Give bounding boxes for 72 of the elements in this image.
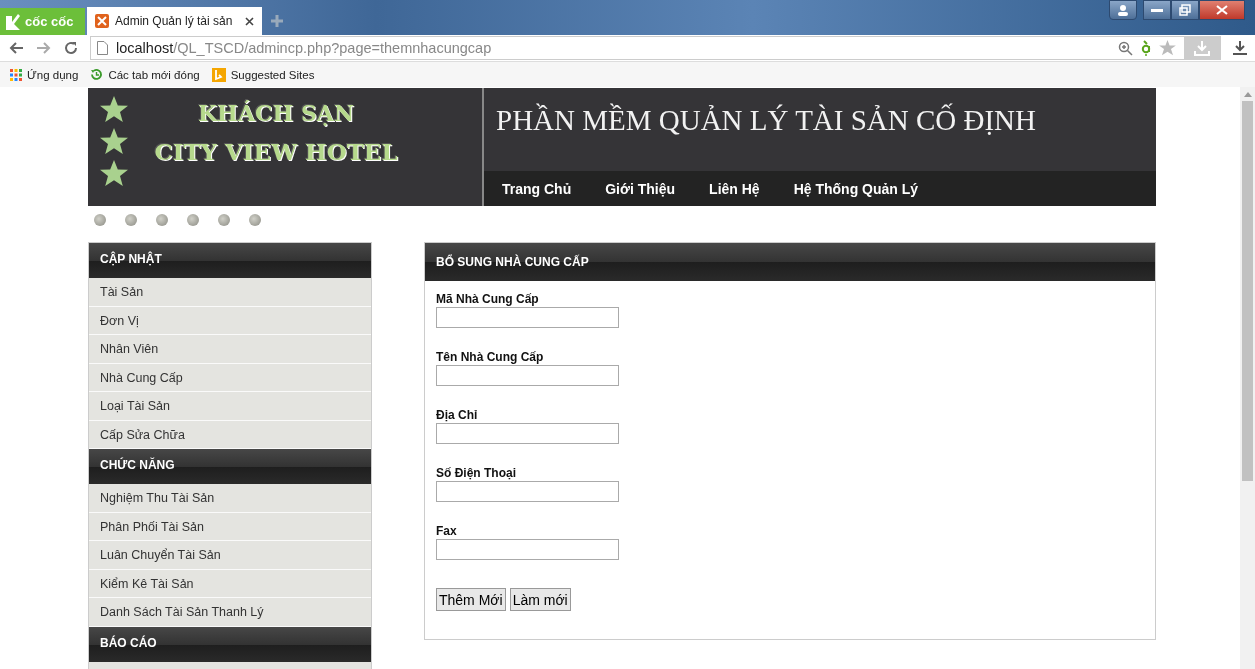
sidebar-link[interactable]: Nghiệm Thu Tài Sản bbox=[89, 484, 371, 513]
input-field[interactable] bbox=[436, 539, 619, 560]
back-icon[interactable] bbox=[8, 41, 24, 55]
sidebar-link[interactable]: Phân Phối Tài Sản bbox=[89, 512, 371, 541]
slide-dot-icon[interactable] bbox=[218, 214, 230, 226]
download-button[interactable] bbox=[1184, 36, 1220, 60]
site-title: PHẦN MỀM QUẢN LÝ TÀI SẢN CỐ ĐỊNH bbox=[496, 104, 1036, 136]
minimize-icon bbox=[1151, 7, 1163, 13]
scroll-thumb[interactable] bbox=[1242, 101, 1253, 481]
letter-icon[interactable] bbox=[1141, 40, 1151, 56]
close-icon[interactable] bbox=[245, 16, 254, 26]
restore-icon bbox=[1179, 4, 1191, 16]
close-icon bbox=[1216, 5, 1228, 15]
minimize-button[interactable] bbox=[1143, 0, 1171, 20]
reload-icon[interactable] bbox=[64, 41, 78, 55]
b-icon bbox=[211, 67, 226, 82]
slide-dot-icon[interactable] bbox=[94, 214, 106, 226]
panel-header: BỔ SUNG NHÀ CUNG CẤP bbox=[425, 243, 1155, 281]
sidebar-link[interactable]: Kiểm Kê Tài Sản bbox=[89, 569, 371, 598]
slide-dot-icon[interactable] bbox=[187, 214, 199, 226]
sidebar-link[interactable]: Nhà Cung Cấp bbox=[89, 363, 371, 392]
sidebar-link[interactable]: Loại Tài Sản bbox=[89, 392, 371, 421]
sidebar-link[interactable]: Danh Sách Tài Sản Thanh Lý bbox=[89, 598, 371, 627]
person-icon bbox=[1117, 4, 1129, 16]
apps-grid-icon bbox=[10, 68, 22, 81]
sidebar-link[interactable]: Đơn Vị bbox=[89, 306, 371, 335]
logo-text: KHÁCH SẠN bbox=[198, 100, 354, 126]
new-tab-icon[interactable] bbox=[268, 13, 286, 29]
scroll-up-icon[interactable] bbox=[1243, 91, 1252, 97]
sidebar-link[interactable]: Nhân Viên bbox=[89, 335, 371, 364]
slide-dot-icon[interactable] bbox=[156, 214, 168, 226]
profile-button[interactable] bbox=[1109, 0, 1137, 20]
download-icon bbox=[1194, 40, 1210, 56]
favicon-icon bbox=[95, 14, 109, 28]
bookmark-link[interactable]: Các tab mới đóng bbox=[90, 68, 200, 81]
field-label: Số Điện Thoại bbox=[436, 466, 516, 480]
browser-tab[interactable]: Admin Quản lý tài sản bbox=[87, 7, 262, 35]
form-button[interactable]: Làm mới bbox=[509, 588, 571, 611]
sidebar-link[interactable]: Luân Chuyển Tài Sản bbox=[89, 541, 371, 570]
nav-link[interactable]: Giới Thiệu bbox=[605, 180, 676, 197]
form-button[interactable]: Thêm Mới bbox=[436, 588, 506, 611]
input-field[interactable] bbox=[436, 481, 619, 502]
input-field[interactable] bbox=[436, 423, 619, 444]
field-label: Fax bbox=[436, 524, 457, 538]
bookmark-link[interactable]: Suggested Sites bbox=[211, 67, 315, 82]
history-icon bbox=[90, 68, 104, 81]
field-label: Địa Chỉ bbox=[436, 408, 478, 422]
nav-link[interactable]: Liên Hệ bbox=[709, 180, 760, 197]
nav-link[interactable]: Hệ Thống Quản Lý bbox=[793, 180, 919, 197]
field-label: Mã Nhà Cung Cấp bbox=[436, 292, 539, 306]
input-field[interactable] bbox=[436, 307, 619, 328]
download-icon[interactable] bbox=[1233, 41, 1247, 55]
scrollbar[interactable] bbox=[1240, 87, 1255, 669]
star-icon[interactable] bbox=[1159, 40, 1176, 56]
section-header: CHỨC NĂNG bbox=[89, 449, 371, 484]
logo-text: CITY VIEW HOTEL bbox=[154, 138, 398, 165]
slide-dot-icon[interactable] bbox=[125, 214, 137, 226]
bookmark-link[interactable]: Ứng dụng bbox=[10, 68, 79, 81]
sidebar-link[interactable]: Tài Sản bbox=[89, 278, 371, 307]
close-window-button[interactable] bbox=[1199, 0, 1245, 20]
section-header: CẬP NHẬT bbox=[89, 243, 371, 278]
address-field[interactable]: localhost/QL_TSCD/admincp.php?page=themnhacungcap bbox=[90, 36, 1221, 60]
page-icon bbox=[97, 41, 108, 55]
restore-button[interactable] bbox=[1171, 0, 1199, 20]
field-label: Tên Nhà Cung Cấp bbox=[436, 350, 544, 364]
leaf-icon bbox=[4, 11, 22, 32]
slide-dot-icon[interactable] bbox=[249, 214, 261, 226]
input-field[interactable] bbox=[436, 365, 619, 386]
section-header: BÁO CÁO bbox=[89, 626, 371, 662]
nav-link[interactable]: Trang Chủ bbox=[502, 180, 572, 197]
forward-icon[interactable] bbox=[36, 41, 52, 55]
zoom-icon[interactable] bbox=[1118, 40, 1133, 56]
